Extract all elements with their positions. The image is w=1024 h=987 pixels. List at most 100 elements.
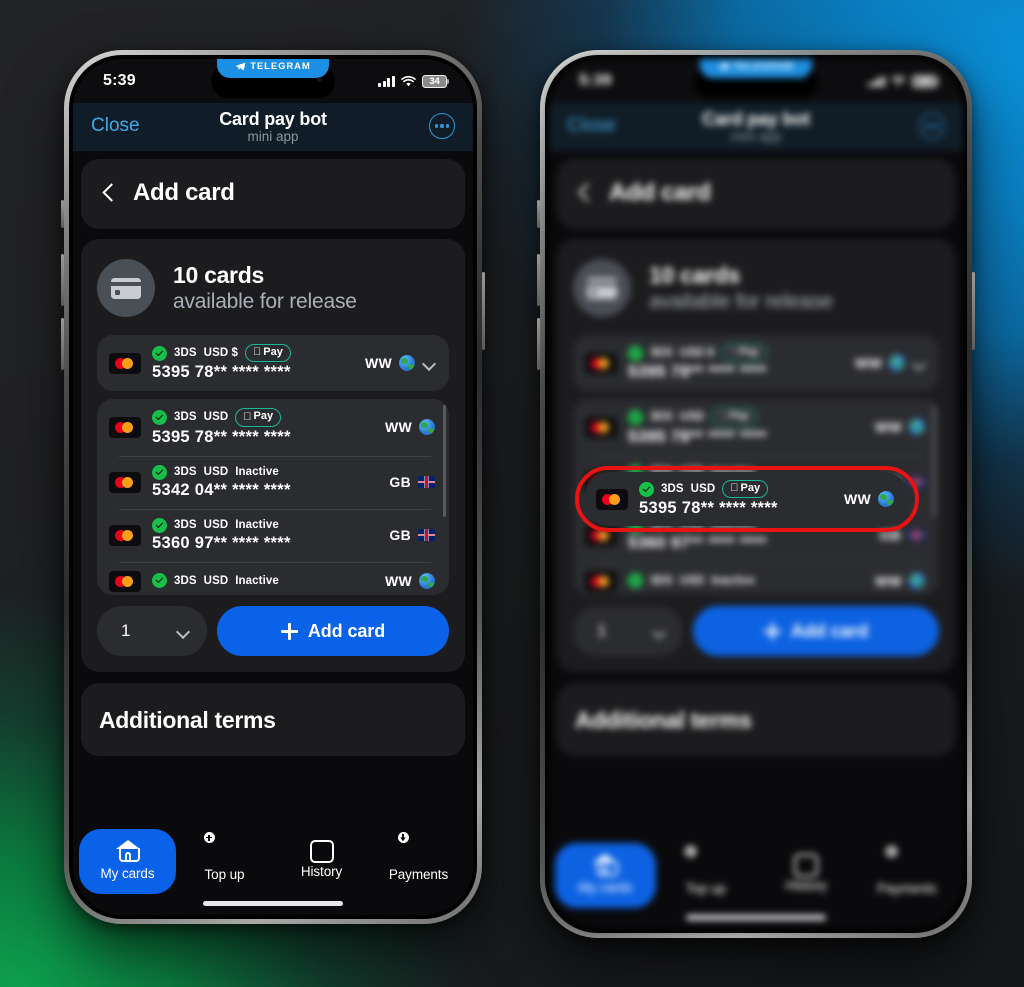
volume-up-button[interactable] [537, 254, 540, 306]
card-badges: 3DS USD  Pay [152, 408, 374, 427]
flag-gb-icon [908, 529, 925, 541]
apple-logo-icon:  [253, 347, 261, 358]
telegram-live-pill[interactable]: TELEGRAM [217, 59, 329, 78]
close-button[interactable]: Close [91, 115, 140, 137]
card-details: 3DS USD Inactive 5360 97** **** **** [152, 517, 378, 553]
card-details: 3DS USD  Pay 5395 78** **** **** [639, 479, 833, 518]
power-button[interactable] [482, 272, 485, 350]
badge-currency: USD [203, 411, 229, 424]
card-region: WW [844, 491, 894, 507]
credit-card-icon [97, 259, 155, 317]
card-list-item[interactable]: 3DS USD Inactive 5342 04** **** **** GB [97, 455, 449, 509]
badge-currency: USD $ [679, 347, 715, 360]
card-list[interactable]: 3DS USD  Pay 5395 78** **** **** WW [97, 399, 449, 596]
home-icon [115, 840, 140, 862]
quantity-select[interactable]: 1 [573, 606, 683, 657]
card-badges: 3DS USD $  Pay [628, 344, 844, 363]
volume-down-button[interactable] [537, 318, 540, 370]
tab-label: Payments [877, 881, 937, 896]
card-number: 5395 78** **** **** [628, 363, 767, 382]
more-options-icon[interactable] [429, 113, 455, 139]
card-region: WW [364, 355, 435, 372]
card-list-item[interactable]: 3DS USD Inactive WW [573, 561, 939, 596]
badge-3ds: 3DS [650, 411, 673, 424]
status-bar: 5:39 TELEGRAM 34 [73, 59, 473, 103]
mastercard-icon [585, 570, 617, 592]
tab-payments[interactable]: Payments [370, 829, 467, 895]
tab-my-cards[interactable]: My cards [555, 843, 656, 908]
card-row-selected[interactable]: 3DS USD $  Pay 5395 78** **** **** WW [573, 335, 939, 392]
tab-my-cards[interactable]: My cards [79, 829, 176, 894]
region-code: WW [843, 491, 871, 507]
check-circle-icon [628, 573, 643, 588]
home-indicator[interactable] [203, 901, 343, 906]
power-button[interactable] [972, 272, 975, 350]
chevron-left-icon[interactable] [577, 185, 593, 201]
region-code: WW [854, 355, 882, 372]
tab-top-up[interactable]: Top up [176, 829, 273, 895]
card-list-item[interactable]: 3DS USD  Pay 5395 78** **** **** WW [573, 399, 939, 455]
card-list-item[interactable]: 3DS USD  Pay 5395 78** **** **** WW [97, 399, 449, 455]
card-details: 3DS USD Inactive 5342 04** **** **** [152, 464, 378, 500]
home-indicator[interactable] [686, 915, 826, 920]
tab-history[interactable]: History [756, 843, 857, 906]
card-badges: 3DS USD Inactive [152, 573, 374, 588]
badge-currency: USD [203, 466, 229, 478]
status-badge: Inactive [235, 466, 279, 478]
page-title: Add card [133, 179, 235, 206]
card-list-item[interactable]: 3DS USD Inactive WW [97, 561, 449, 596]
badge-currency: USD [203, 574, 229, 587]
action-row: 1 Add card [97, 606, 449, 657]
check-circle-icon [628, 345, 643, 361]
tab-history[interactable]: History [273, 829, 370, 892]
globe-icon [419, 573, 435, 589]
quantity-select[interactable]: 1 [97, 606, 207, 657]
plus-icon [280, 622, 298, 640]
card-region: WW [385, 419, 435, 436]
chevron-left-icon[interactable] [101, 185, 117, 201]
additional-terms-panel[interactable]: Additional terms [557, 683, 955, 757]
region-code: WW [364, 355, 392, 372]
tab-top-up[interactable]: Top up [656, 843, 757, 909]
region-code: GB [879, 527, 901, 543]
card-download-icon [885, 846, 920, 876]
card-details: 3DS USD  Pay 5395 78** **** **** [628, 408, 864, 446]
signal-bars-icon [868, 75, 885, 87]
volume-up-button[interactable] [61, 254, 64, 306]
tab-payments[interactable]: Payments [857, 843, 958, 909]
add-card-button[interactable]: Add card [217, 606, 449, 657]
cards-summary: 10 cards available for release [97, 259, 449, 317]
highlighted-card-row[interactable]: 3DS USD  Pay 5395 78** **** **** WW [584, 472, 910, 526]
chevron-down-icon[interactable] [422, 357, 435, 370]
apple-pay-label: Pay [255, 346, 283, 358]
mute-switch[interactable] [61, 200, 64, 228]
card-region: WW [875, 573, 925, 589]
flag-gb-icon [418, 529, 435, 541]
telegram-header: Close Card pay bot mini app [73, 103, 473, 151]
mastercard-icon [585, 524, 617, 546]
status-indicators: 34 [868, 74, 940, 88]
apple-logo-icon:  [719, 411, 727, 423]
chevron-down-icon [652, 625, 665, 638]
tab-label: My cards [578, 880, 633, 895]
more-options-icon[interactable] [919, 113, 945, 139]
tab-label: Top up [685, 881, 726, 896]
card-row-selected[interactable]: 3DS USD $  Pay 5395 78** **** **** WW [97, 335, 449, 392]
chevron-down-icon[interactable] [912, 357, 925, 370]
card-plus-icon [684, 846, 719, 876]
telegram-pill-label: TELEGRAM [733, 61, 794, 72]
mute-switch[interactable] [537, 200, 540, 228]
front-camera [317, 77, 322, 82]
mastercard-icon [109, 352, 141, 374]
telegram-live-pill[interactable]: TELEGRAM [700, 59, 812, 78]
mastercard-icon [109, 570, 141, 592]
flag-gb-icon [908, 476, 925, 488]
additional-terms-panel[interactable]: Additional terms [81, 683, 465, 757]
mastercard-icon [596, 488, 628, 510]
add-card-button[interactable]: Add card [693, 606, 939, 657]
card-list-item[interactable]: 3DS USD Inactive 5360 97** **** **** GB [97, 508, 449, 562]
card-region: WW [875, 419, 925, 436]
close-button[interactable]: Close [567, 115, 616, 137]
action-row: 1 Add card [573, 606, 939, 657]
volume-down-button[interactable] [61, 318, 64, 370]
